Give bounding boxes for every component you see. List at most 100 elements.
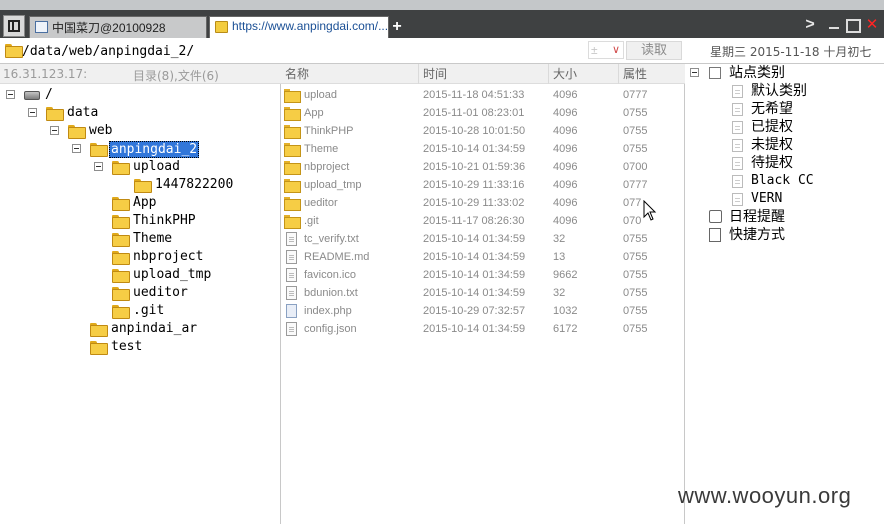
collapse-icon[interactable] [94,162,103,171]
file-attr: 0755 [623,251,648,263]
file-row[interactable]: nbproject 2015-10-21 01:59:36 4096 0700 [281,158,685,176]
file-icon [286,322,297,336]
folder-icon [284,125,301,139]
read-button[interactable]: 读取 [626,41,682,60]
calendar-icon [709,210,722,223]
file-time: 2015-10-14 01:34:59 [423,251,526,263]
category-item[interactable]: VERN [685,190,884,208]
category-item[interactable]: 待提权 [685,154,884,172]
tab-caidao[interactable]: 中国菜刀@20100928 [29,16,207,38]
file-time: 2015-11-18 04:51:33 [423,89,525,101]
file-row[interactable]: upload_tmp 2015-10-29 11:33:16 4096 0777 [281,176,685,194]
column-header-name[interactable]: 名称 [281,64,419,84]
folder-icon [68,125,86,139]
folder-icon [284,143,301,157]
tree-node-1447822200[interactable]: 1447822200 [0,176,280,194]
file-list-panel: 名称 时间 大小 属性 upload 2015-11-18 04:51:33 409… [281,64,685,524]
folder-icon [112,215,130,229]
shortcuts-item[interactable]: 快捷方式 [685,226,884,244]
file-time: 2015-10-14 01:34:59 [423,233,526,245]
file-row[interactable]: ThinkPHP 2015-10-28 10:01:50 4096 0755 [281,122,685,140]
category-label: 默认类别 [751,83,807,99]
column-header-time[interactable]: 时间 [419,64,549,84]
folder-icon [134,179,152,193]
file-size: 32 [553,233,566,245]
category-item[interactable]: 未提权 [685,136,884,154]
file-attr: 0755 [623,107,648,119]
file-row[interactable]: .git 2015-11-17 08:26:30 4096 070 [281,212,685,230]
tree-node-theme[interactable]: Theme [0,230,280,248]
collapse-icon[interactable] [690,68,699,77]
file-name: Theme [304,143,339,155]
column-header-attr[interactable]: 属性 [619,64,685,84]
tree-node-anpingdai-2[interactable]: anpingdai_2 [0,140,280,158]
shortcuts-label: 快捷方式 [729,227,785,243]
folder-icon [112,233,130,247]
watermark-text: www.wooyun.org [678,483,852,508]
chevron-down-icon: ∨ [611,44,620,56]
folder-icon [112,269,130,283]
file-time: 2015-10-29 11:33:16 [423,179,525,191]
collapse-icon[interactable] [6,90,15,99]
file-row[interactable]: index.php 2015-10-29 07:32:57 1032 0755 [281,302,685,320]
document-icon [732,85,743,98]
category-label: Black CC [751,173,814,188]
file-row[interactable]: favicon.ico 2015-10-14 01:34:59 9662 0755 [281,266,685,284]
file-row[interactable]: README.md 2015-10-14 01:34:59 13 0755 [281,248,685,266]
folder-icon [112,251,130,265]
tree-node-test[interactable]: test [0,338,280,356]
file-size: 4096 [553,143,578,155]
tree-node-app[interactable]: App [0,194,280,212]
tree-node-data[interactable]: data [0,104,280,122]
category-item[interactable]: 已提权 [685,118,884,136]
file-attr: 0755 [623,323,648,335]
file-row[interactable]: bdunion.txt 2015-10-14 01:34:59 32 0755 [281,284,685,302]
document-icon [732,193,743,206]
new-tab-button[interactable]: + [389,16,405,38]
file-row[interactable]: ueditor 2015-10-29 11:33:02 4096 077 [281,194,685,212]
maximize-button[interactable] [844,17,861,33]
title-strip [0,0,884,10]
chevron-right-icon[interactable]: > [802,17,818,33]
tree-node-nbproject[interactable]: nbproject [0,248,280,266]
file-time: 2015-10-14 01:34:59 [423,143,526,155]
category-item[interactable]: Black CC [685,172,884,190]
tree-node-upload[interactable]: upload [0,158,280,176]
file-row[interactable]: App 2015-11-01 08:23:01 4096 0755 [281,104,685,122]
collapse-icon[interactable] [72,144,81,153]
folder-icon [284,197,301,211]
path-input[interactable] [22,41,622,61]
column-header-size[interactable]: 大小 [549,64,619,84]
tree-label: App [133,195,157,210]
file-row[interactable]: upload 2015-11-18 04:51:33 4096 0777 [281,86,685,104]
file-size: 4096 [553,179,578,191]
folder-icon [284,89,301,103]
folder-icon [112,305,130,319]
category-root[interactable]: 站点类别 [685,64,884,82]
tree-node-ueditor[interactable]: ueditor [0,284,280,302]
file-row[interactable]: config.json 2015-10-14 01:34:59 6172 0755 [281,320,685,338]
dropdown-value: ± [591,43,598,57]
collapse-icon[interactable] [28,108,37,117]
file-icon [286,304,297,318]
schedule-reminder-item[interactable]: 日程提醒 [685,208,884,226]
file-row[interactable]: tc_verify.txt 2015-10-14 01:34:59 32 0755 [281,230,685,248]
tab-shell[interactable]: https://www.anpingdai.com/... [209,16,389,38]
tree-node-root[interactable]: / [0,86,280,104]
tree-node-anpindai-ar[interactable]: anpindai_ar [0,320,280,338]
tree-node-web[interactable]: web [0,122,280,140]
tree-node-thinkphp[interactable]: ThinkPHP [0,212,280,230]
category-item[interactable]: 无希望 [685,100,884,118]
folder-icon [90,341,108,355]
tree-node-upload-tmp[interactable]: upload_tmp [0,266,280,284]
tree-node-git[interactable]: .git [0,302,280,320]
path-dropdown[interactable]: ± ∨ [588,41,624,59]
category-item[interactable]: 默认类别 [685,82,884,100]
file-size: 6172 [553,323,578,335]
folder-icon [90,323,108,337]
panel-toggle-icon[interactable] [3,15,25,37]
minimize-button[interactable] [826,17,842,33]
close-button[interactable]: ✕ [864,17,880,33]
collapse-icon[interactable] [50,126,59,135]
file-row[interactable]: Theme 2015-10-14 01:34:59 4096 0755 [281,140,685,158]
